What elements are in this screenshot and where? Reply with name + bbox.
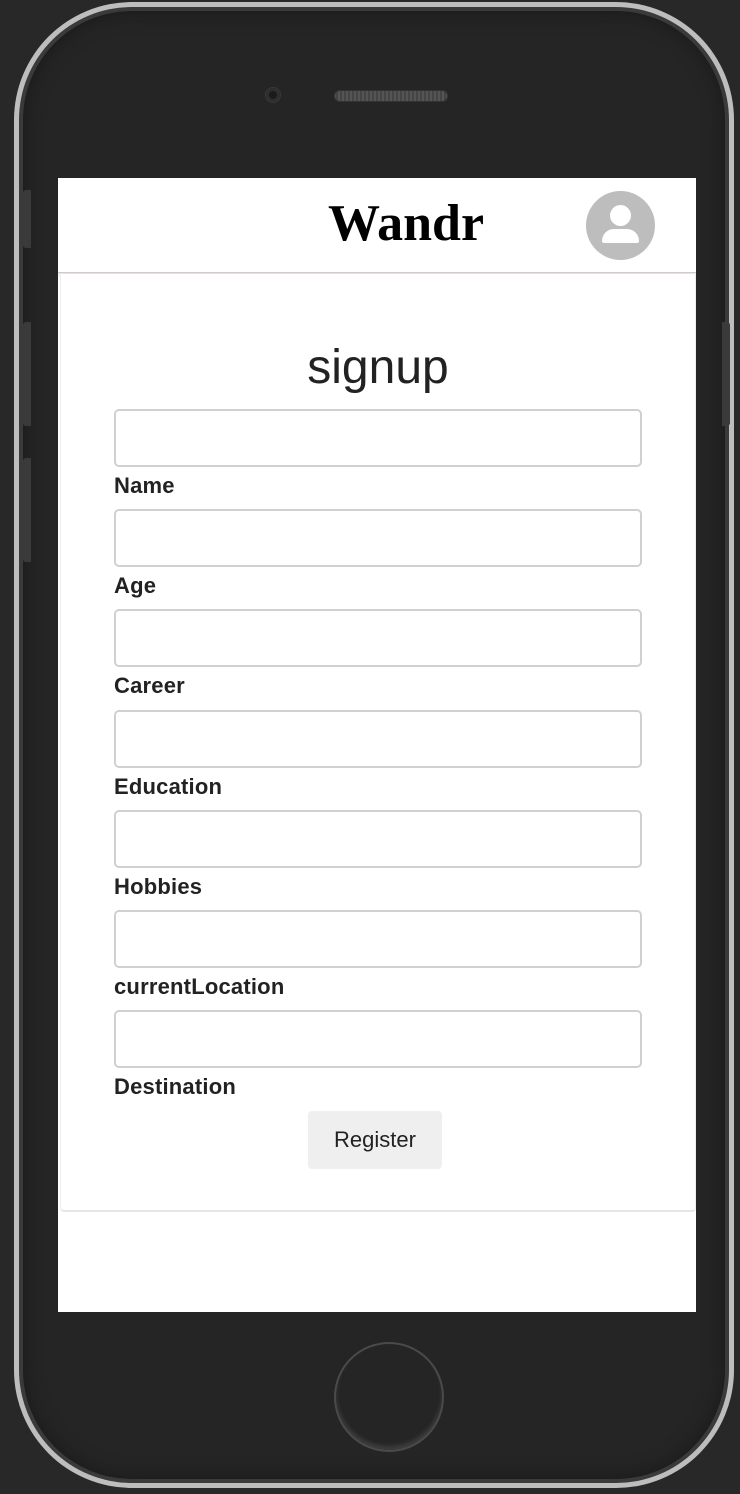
- form-title: signup: [307, 341, 449, 394]
- app-screen: Wandr signup Name Age Career Education H…: [58, 178, 696, 1312]
- avatar-head-shape: [610, 205, 631, 226]
- front-camera: [266, 88, 280, 102]
- earpiece-speaker: [334, 90, 448, 102]
- current-location-input[interactable]: [114, 910, 642, 968]
- volume-up-button: [23, 322, 31, 426]
- destination-input[interactable]: [114, 1010, 642, 1068]
- home-button[interactable]: [334, 1342, 444, 1452]
- user-avatar-icon[interactable]: [586, 191, 655, 260]
- register-button[interactable]: Register: [308, 1111, 442, 1169]
- destination-label: Destination: [114, 1074, 236, 1099]
- career-field-group: Career: [114, 609, 642, 699]
- age-label: Age: [114, 573, 157, 598]
- name-field-group: Name: [114, 409, 642, 499]
- hobbies-input[interactable]: [114, 810, 642, 868]
- current-location-field-group: currentLocation: [114, 910, 642, 1000]
- volume-down-button: [23, 458, 31, 562]
- app-header: Wandr: [58, 178, 696, 273]
- name-input[interactable]: [114, 409, 642, 467]
- education-input[interactable]: [114, 710, 642, 768]
- signup-card: signup Name Age Career Education Hobbies: [60, 274, 696, 1212]
- destination-field-group: Destination: [114, 1010, 642, 1100]
- career-input[interactable]: [114, 609, 642, 667]
- hobbies-field-group: Hobbies: [114, 810, 642, 900]
- hobbies-label: Hobbies: [114, 874, 203, 899]
- education-label: Education: [114, 774, 223, 799]
- power-button: [722, 322, 730, 426]
- mute-switch: [23, 190, 31, 248]
- device-stage: Wandr signup Name Age Career Education H…: [0, 0, 740, 1494]
- current-location-label: currentLocation: [114, 974, 285, 999]
- career-label: Career: [114, 673, 185, 698]
- age-field-group: Age: [114, 509, 642, 599]
- education-field-group: Education: [114, 710, 642, 800]
- name-label: Name: [114, 473, 175, 498]
- age-input[interactable]: [114, 509, 642, 567]
- avatar-torso-shape: [602, 229, 639, 243]
